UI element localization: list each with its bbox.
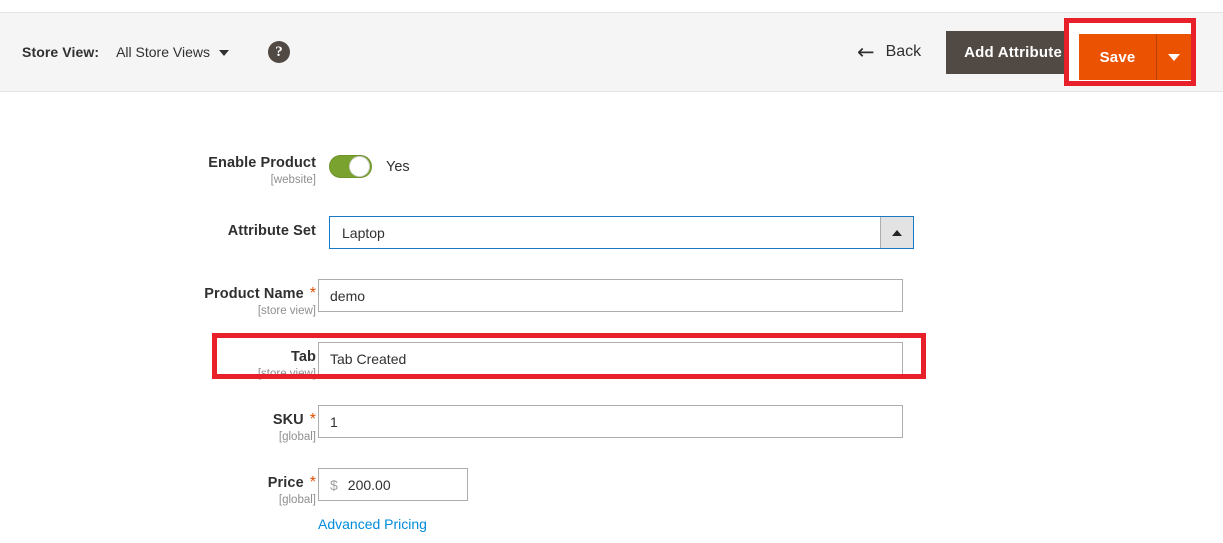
tab-scope: [store view]	[257, 368, 316, 380]
chevron-down-icon	[1168, 53, 1180, 61]
field-product-name: Product Name * [store view]	[181, 279, 903, 317]
attribute-set-control: Laptop	[329, 216, 914, 249]
product-name-input[interactable]	[318, 279, 903, 312]
toggle-knob	[349, 156, 370, 177]
enable-product-toggle[interactable]	[329, 155, 372, 178]
required-indicator: *	[309, 474, 316, 491]
price-input[interactable]: $ 200.00	[318, 468, 468, 501]
product-edit-page: Store View: All Store Views ? ← Back Add…	[0, 0, 1223, 543]
product-name-label-col: Product Name * [store view]	[181, 279, 316, 318]
price-control: $ 200.00 Advanced Pricing	[318, 468, 468, 534]
sku-scope: [global]	[278, 431, 316, 443]
enable-product-scope: [website]	[270, 174, 316, 186]
field-sku: SKU * [global]	[181, 405, 903, 443]
attribute-set-value: Laptop	[342, 224, 385, 241]
price-label-col: Price * [global]	[181, 468, 316, 507]
save-button[interactable]: Save	[1079, 34, 1157, 80]
page-header-bar: Store View: All Store Views ? ← Back Add…	[0, 12, 1223, 92]
sku-input[interactable]	[318, 405, 903, 438]
field-price: Price * [global] $ 200.00 Advanced Prici…	[181, 468, 468, 534]
enable-product-label: Enable Product	[208, 155, 316, 171]
save-options-toggle[interactable]	[1157, 34, 1191, 80]
header-left-group: Store View: All Store Views ?	[22, 13, 290, 91]
help-glyph: ?	[275, 44, 283, 60]
store-view-label: Store View:	[22, 44, 100, 60]
tab-label-col: Tab [store view]	[181, 342, 316, 380]
back-label: Back	[885, 43, 922, 60]
enable-product-label-col: Enable Product [website]	[181, 155, 316, 186]
store-view-switcher[interactable]: All Store Views	[116, 44, 229, 60]
field-tab: Tab [store view]	[181, 342, 903, 380]
tab-input[interactable]	[318, 342, 903, 375]
price-scope: [global]	[278, 494, 316, 506]
chevron-down-icon	[219, 50, 229, 56]
required-indicator: *	[309, 285, 316, 302]
question-mark-icon[interactable]: ?	[268, 41, 290, 63]
enable-product-toggle-state: Yes	[386, 158, 410, 175]
field-attribute-set: Attribute Set Laptop	[181, 216, 914, 249]
attribute-set-label: Attribute Set	[227, 223, 316, 239]
field-enable-product: Enable Product [website] Yes	[181, 155, 410, 186]
tab-label: Tab	[290, 349, 316, 365]
tab-control	[318, 342, 903, 375]
price-value: 200.00	[347, 476, 391, 493]
enable-product-control: Yes	[329, 155, 410, 178]
arrow-left-icon: ←	[856, 39, 875, 64]
product-name-scope: [store view]	[257, 305, 316, 317]
add-attribute-button[interactable]: Add Attribute	[946, 30, 1080, 74]
attribute-set-select[interactable]: Laptop	[329, 216, 914, 249]
advanced-pricing-link[interactable]: Advanced Pricing	[318, 516, 427, 532]
save-button-highlight: Save	[1064, 18, 1196, 86]
save-split-button: Save	[1079, 34, 1191, 80]
sku-label: SKU	[272, 412, 304, 428]
attribute-set-label-col: Attribute Set	[181, 216, 316, 239]
currency-symbol: $	[330, 476, 338, 493]
store-view-value: All Store Views	[116, 44, 210, 60]
product-name-control	[318, 279, 903, 312]
sku-control	[318, 405, 903, 438]
chevron-up-icon	[892, 229, 902, 236]
price-label: Price	[267, 475, 304, 491]
attribute-set-dropdown-button[interactable]	[880, 217, 913, 248]
product-name-label: Product Name	[204, 286, 304, 302]
back-button[interactable]: ← Back	[856, 39, 922, 64]
sku-label-col: SKU * [global]	[181, 405, 316, 444]
required-indicator: *	[309, 411, 316, 428]
